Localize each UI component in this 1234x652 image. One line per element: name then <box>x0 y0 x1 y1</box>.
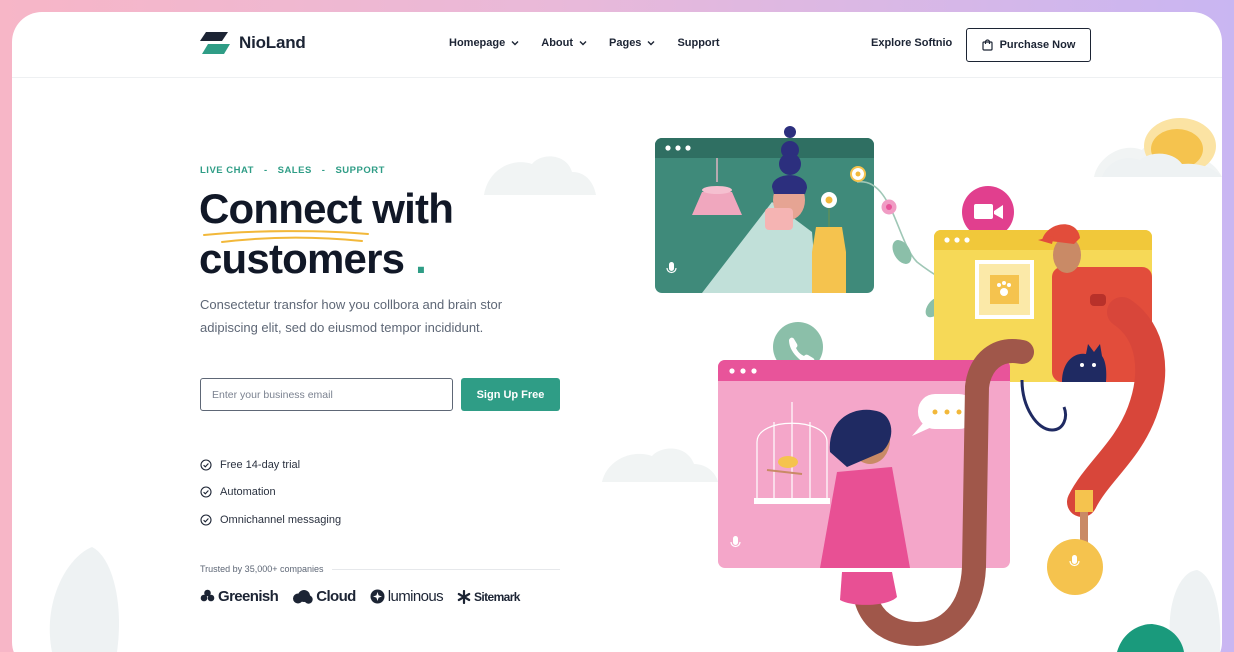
page-frame: NioLand Homepage About Pages Support Exp… <box>12 12 1222 652</box>
hero-illustration <box>49 118 1222 652</box>
video-window-teal <box>655 126 874 293</box>
sun-shape <box>1102 118 1222 177</box>
background-tree <box>49 547 120 652</box>
background-tree-right <box>1117 570 1221 652</box>
